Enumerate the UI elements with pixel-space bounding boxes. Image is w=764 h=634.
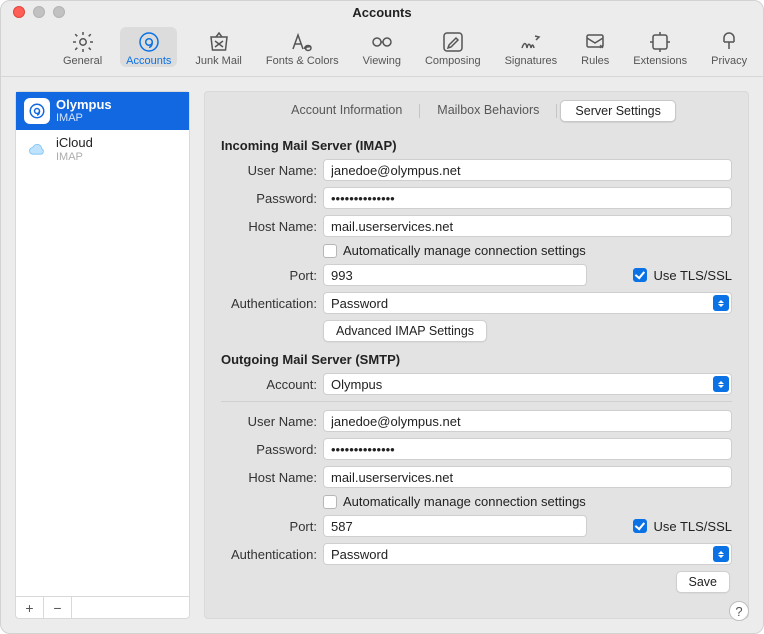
outgoing-host-label: Host Name: [221, 470, 317, 485]
at-icon [24, 98, 50, 124]
server-settings-form: Incoming Mail Server (IMAP) User Name: P… [205, 128, 748, 618]
outgoing-account-value: Olympus [331, 377, 382, 392]
incoming-port-field[interactable] [323, 264, 587, 286]
incoming-auto-manage-checkbox[interactable]: Automatically manage connection settings [323, 243, 586, 258]
incoming-port-label: Port: [221, 268, 317, 283]
incoming-tls-checkbox[interactable]: Use TLS/SSL [633, 268, 732, 283]
window-title: Accounts [1, 5, 763, 20]
toolbar-composing[interactable]: Composing [419, 27, 487, 67]
outgoing-auto-manage-checkbox[interactable]: Automatically manage connection settings [323, 494, 586, 509]
viewing-icon [370, 31, 394, 53]
account-name: Olympus [56, 98, 112, 112]
preferences-window: Accounts General Accounts Junk Mail Fonts &… [0, 0, 764, 634]
account-name: iCloud [56, 136, 93, 150]
incoming-auth-select[interactable]: Password [323, 292, 732, 314]
chevron-updown-icon [713, 376, 729, 392]
body: OlympusIMAPiCloudIMAP + − Account Inform… [1, 77, 763, 633]
fonts-icon [290, 31, 314, 53]
toolbar-accounts[interactable]: Accounts [120, 27, 177, 67]
toolbar-rules-label: Rules [581, 55, 609, 67]
outgoing-password-field[interactable] [323, 438, 732, 460]
tab-server-settings[interactable]: Server Settings [560, 100, 675, 122]
outgoing-account-select[interactable]: Olympus [323, 373, 732, 395]
incoming-password-label: Password: [221, 191, 317, 206]
toolbar-fonts-label: Fonts & Colors [266, 55, 339, 67]
incoming-password-field[interactable] [323, 187, 732, 209]
outgoing-port-label: Port: [221, 519, 317, 534]
incoming-username-field[interactable] [323, 159, 732, 181]
privacy-icon [717, 31, 741, 53]
account-tabs: Account Information Mailbox Behaviors Serv… [205, 92, 748, 128]
tab-account-information[interactable]: Account Information [277, 100, 416, 122]
incoming-auto-manage-label: Automatically manage connection settings [343, 243, 586, 258]
accounts-list: OlympusIMAPiCloudIMAP [16, 92, 189, 596]
incoming-username-label: User Name: [221, 163, 317, 178]
outgoing-tls-checkbox[interactable]: Use TLS/SSL [633, 519, 732, 534]
remove-account-button[interactable]: − [44, 597, 72, 618]
toolbar-signatures[interactable]: Signatures [499, 27, 564, 67]
outgoing-section-title: Outgoing Mail Server (SMTP) [221, 352, 732, 367]
save-button[interactable]: Save [676, 571, 731, 593]
outgoing-auth-label: Authentication: [221, 547, 317, 562]
toolbar-junk[interactable]: Junk Mail [189, 27, 247, 67]
account-item-icloud[interactable]: iCloudIMAP [16, 130, 189, 168]
incoming-host-label: Host Name: [221, 219, 317, 234]
outgoing-host-field[interactable] [323, 466, 732, 488]
incoming-auth-value: Password [331, 296, 388, 311]
outgoing-account-label: Account: [221, 377, 317, 392]
toolbar-general[interactable]: General [57, 27, 108, 67]
outgoing-auth-value: Password [331, 547, 388, 562]
toolbar-extensions-label: Extensions [633, 55, 687, 67]
help-button[interactable]: ? [729, 601, 749, 621]
account-item-olympus[interactable]: OlympusIMAP [16, 92, 189, 130]
toolbar-privacy[interactable]: Privacy [705, 27, 753, 67]
advanced-imap-settings-button[interactable]: Advanced IMAP Settings [323, 320, 487, 342]
outgoing-tls-label: Use TLS/SSL [653, 519, 732, 534]
chevron-updown-icon [713, 295, 729, 311]
outgoing-username-label: User Name: [221, 414, 317, 429]
toolbar-extensions[interactable]: Extensions [627, 27, 693, 67]
junk-icon [207, 31, 231, 53]
toolbar-signatures-label: Signatures [505, 55, 558, 67]
incoming-host-field[interactable] [323, 215, 732, 237]
titlebar: Accounts [1, 1, 763, 23]
toolbar-privacy-label: Privacy [711, 55, 747, 67]
composing-icon [441, 31, 465, 53]
toolbar-junk-label: Junk Mail [195, 55, 241, 67]
account-detail-panel: Account Information Mailbox Behaviors Serv… [204, 91, 749, 619]
toolbar-viewing-label: Viewing [363, 55, 401, 67]
toolbar-fonts[interactable]: Fonts & Colors [260, 27, 345, 67]
account-type: IMAP [56, 151, 93, 163]
signatures-icon [519, 31, 543, 53]
account-type: IMAP [56, 112, 112, 124]
toolbar-rules[interactable]: Rules [575, 27, 615, 67]
tab-mailbox-behaviors[interactable]: Mailbox Behaviors [423, 100, 553, 122]
incoming-section-title: Incoming Mail Server (IMAP) [221, 138, 732, 153]
outgoing-auth-select[interactable]: Password [323, 543, 732, 565]
toolbar-composing-label: Composing [425, 55, 481, 67]
chevron-updown-icon [713, 546, 729, 562]
add-account-button[interactable]: + [16, 597, 44, 618]
outgoing-port-field[interactable] [323, 515, 587, 537]
incoming-tls-label: Use TLS/SSL [653, 268, 732, 283]
toolbar-general-label: General [63, 55, 102, 67]
toolbar-viewing[interactable]: Viewing [357, 27, 407, 67]
accounts-icon [137, 31, 161, 53]
outgoing-auto-manage-label: Automatically manage connection settings [343, 494, 586, 509]
divider [221, 401, 732, 402]
general-icon [71, 31, 95, 53]
sidebar-footer: + − [16, 596, 189, 618]
cloud-icon [24, 137, 50, 163]
outgoing-username-field[interactable] [323, 410, 732, 432]
extensions-icon [648, 31, 672, 53]
rules-icon [583, 31, 607, 53]
preferences-toolbar: General Accounts Junk Mail Fonts & Colors Vi… [1, 23, 763, 77]
toolbar-accounts-label: Accounts [126, 55, 171, 67]
accounts-sidebar: OlympusIMAPiCloudIMAP + − [15, 91, 190, 619]
incoming-auth-label: Authentication: [221, 296, 317, 311]
outgoing-password-label: Password: [221, 442, 317, 457]
